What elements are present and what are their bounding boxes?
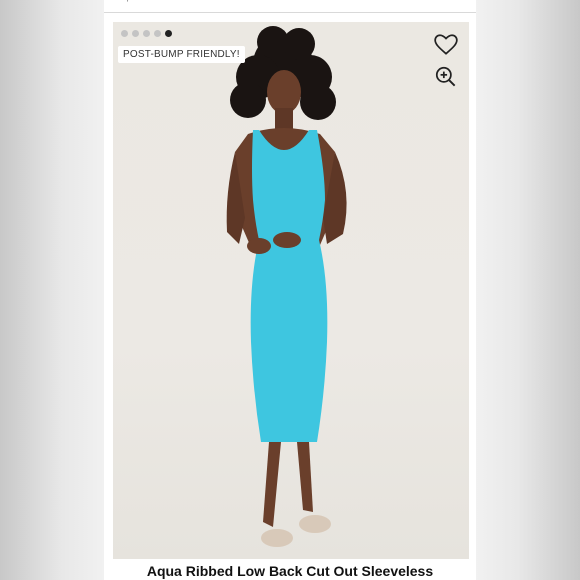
right-background xyxy=(476,0,580,580)
top-bar-text: … , … … xyxy=(112,0,157,3)
heart-icon[interactable] xyxy=(433,32,459,58)
carousel-dot-4[interactable] xyxy=(154,30,161,37)
zoom-in-icon[interactable] xyxy=(433,64,459,90)
product-image-gallery[interactable]: POST-BUMP FRIENDLY! xyxy=(113,22,469,559)
top-bar: … , … … xyxy=(104,0,476,13)
left-background xyxy=(0,0,104,580)
model-photo xyxy=(226,26,347,547)
carousel-dot-3[interactable] xyxy=(143,30,150,37)
product-title: Aqua Ribbed Low Back Cut Out Sleeveless xyxy=(146,563,434,579)
product-page: … , … … xyxy=(104,0,476,580)
carousel-dots[interactable] xyxy=(121,30,172,37)
carousel-dot-1[interactable] xyxy=(121,30,128,37)
post-bump-badge: POST-BUMP FRIENDLY! xyxy=(118,46,245,63)
carousel-dot-5[interactable] xyxy=(165,30,172,37)
carousel-dot-2[interactable] xyxy=(132,30,139,37)
dress xyxy=(250,130,328,442)
